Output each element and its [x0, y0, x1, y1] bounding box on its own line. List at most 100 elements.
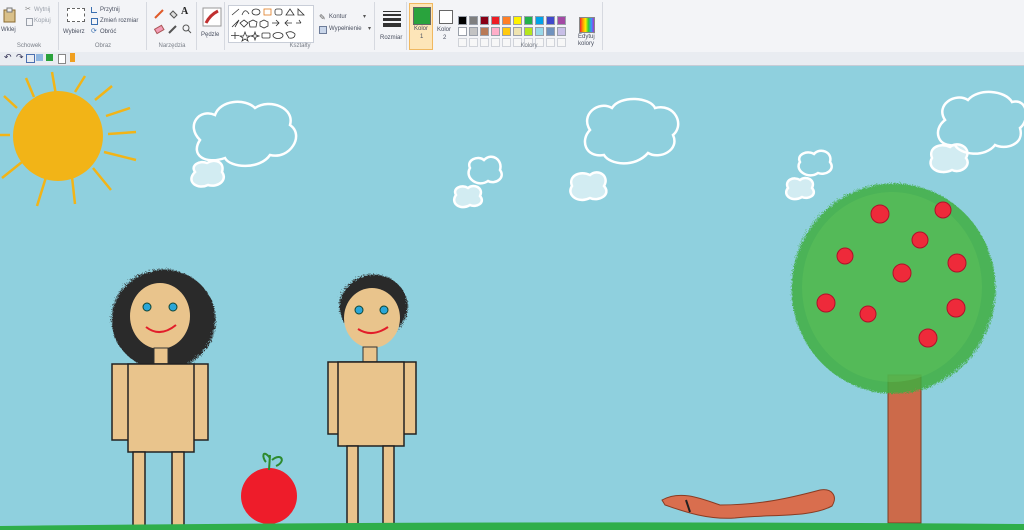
- color2-button[interactable]: Kolor 2: [436, 4, 454, 48]
- palette-swatch[interactable]: [524, 27, 533, 36]
- size-button[interactable]: Rozmiar: [378, 4, 404, 44]
- palette-swatch[interactable]: [535, 16, 544, 25]
- redo-icon[interactable]: ↷: [16, 52, 24, 63]
- palette-swatch[interactable]: [491, 27, 500, 36]
- palette-swatch[interactable]: [546, 27, 555, 36]
- color1-swatch: [413, 7, 431, 25]
- clipboard-group-label: Schowek: [16, 43, 42, 49]
- brushes-group: Pędzle: [198, 2, 225, 50]
- color2-sub-label: 2: [443, 35, 447, 41]
- color2-swatch: [439, 10, 453, 24]
- resize-label: Zmień rozmiar: [100, 18, 139, 24]
- palette-swatch[interactable]: [524, 16, 533, 25]
- snake: [661, 489, 835, 519]
- paste-button[interactable]: Wklej: [0, 4, 20, 40]
- crop-button[interactable]: Przytnij: [90, 5, 144, 15]
- color-picker-icon[interactable]: [166, 21, 178, 34]
- fill-label: Wypełnienie: [329, 26, 362, 32]
- outline-button[interactable]: ✎ Kontur ▾: [318, 12, 372, 22]
- brushes-button[interactable]: Pędzle: [199, 4, 223, 44]
- palette-swatch[interactable]: [535, 27, 544, 36]
- sun: [0, 71, 137, 207]
- palette-swatch[interactable]: [458, 27, 467, 36]
- colors-group-label: Kolory: [520, 43, 538, 49]
- size-label: Rozmiar: [380, 35, 403, 41]
- clipboard-group: Wklej ✂ Wytnij Kopiuj Schowek: [0, 2, 59, 50]
- palette-swatch[interactable]: [469, 16, 478, 25]
- select-button[interactable]: Wybierz: [62, 4, 88, 40]
- color1-label: Kolor: [414, 26, 429, 32]
- color-small-icon[interactable]: [46, 54, 53, 61]
- line-size-icon: [383, 11, 401, 27]
- tools-group: A Narzędzia: [148, 2, 197, 50]
- brushes-label: Pędzle: [201, 32, 220, 38]
- crop-icon: [91, 7, 97, 13]
- drawing-canvas[interactable]: [0, 66, 1024, 530]
- outline-icon: ✎: [319, 13, 326, 22]
- quick-access-toolbar: ↶ ↷: [0, 52, 1024, 66]
- copy-label: Kopiuj: [34, 18, 51, 24]
- figure-eve: [110, 268, 214, 530]
- palette-swatch[interactable]: [480, 27, 489, 36]
- palette-swatch[interactable]: [557, 27, 566, 36]
- color2-group: Kolor 2: [436, 2, 454, 50]
- apple-tree: [790, 182, 994, 524]
- select-icon: [67, 8, 85, 22]
- shapes-group: ✎ Kontur ▾ Wypełnienie ▾ Kształty: [226, 2, 375, 50]
- rotate-label: Obróć: [100, 29, 117, 35]
- image-small-icon[interactable]: [36, 54, 43, 61]
- shapes-group-label: Kształty: [289, 43, 311, 49]
- rotate-icon: ⟳: [91, 28, 97, 35]
- figure-adam: [327, 273, 417, 529]
- undo-icon[interactable]: ↶: [4, 52, 12, 63]
- fill-bucket-icon: [319, 26, 327, 34]
- rotate-small-icon[interactable]: [26, 54, 35, 63]
- palette-swatch[interactable]: [469, 27, 478, 36]
- palette-swatch[interactable]: [502, 27, 511, 36]
- palette-swatch[interactable]: [557, 16, 566, 25]
- fill-icon[interactable]: [166, 6, 178, 19]
- image-group-label: Obraz: [94, 43, 112, 49]
- size-group: Rozmiar: [376, 2, 407, 50]
- color1-button[interactable]: Kolor 1: [409, 3, 433, 50]
- edit-colors-label-1: Edytuj: [578, 34, 595, 40]
- pencil-small-icon[interactable]: [70, 53, 75, 62]
- magnifier-icon[interactable]: [180, 21, 192, 34]
- palette-swatch[interactable]: [491, 16, 500, 25]
- select-label: Wybierz: [63, 29, 85, 35]
- paste-label: Wklej: [1, 27, 16, 33]
- tools-group-label: Narzędzia: [158, 43, 186, 49]
- fill-button[interactable]: Wypełnienie ▾: [318, 24, 372, 34]
- eraser-icon[interactable]: [152, 21, 165, 35]
- crop-label: Przytnij: [100, 7, 120, 13]
- resize-icon: [91, 18, 98, 25]
- palette-swatch[interactable]: [513, 16, 522, 25]
- copy-button[interactable]: Kopiuj: [24, 16, 56, 26]
- cut-button[interactable]: ✂ Wytnij: [24, 5, 56, 15]
- chevron-down-icon: ▾: [363, 14, 367, 20]
- color2-label: Kolor: [437, 27, 452, 33]
- cut-label: Wytnij: [34, 7, 51, 13]
- rainbow-palette-icon: [579, 17, 595, 33]
- apple: [241, 452, 297, 524]
- brush-icon: [202, 7, 222, 27]
- text-icon[interactable]: A: [180, 5, 192, 17]
- resize-button[interactable]: Zmień rozmiar: [90, 16, 144, 26]
- ground: [0, 522, 1024, 530]
- palette-swatch[interactable]: [502, 16, 511, 25]
- scissors-icon: ✂: [25, 6, 31, 13]
- shapes-gallery[interactable]: [228, 5, 314, 43]
- image-group: Wybierz Przytnij Zmień rozmiar ⟳ Obróć O…: [60, 2, 147, 50]
- page-small-icon[interactable]: [58, 54, 66, 64]
- paint-drawing: [0, 71, 1024, 530]
- rotate-button[interactable]: ⟳ Obróć: [90, 27, 144, 37]
- pencil-icon[interactable]: [152, 6, 164, 19]
- copy-icon: [26, 18, 33, 26]
- palette-swatch[interactable]: [513, 27, 522, 36]
- color1-sub-label: 1: [420, 34, 424, 40]
- color1-group: Kolor 1: [408, 2, 434, 50]
- palette-swatch[interactable]: [546, 16, 555, 25]
- palette-swatch[interactable]: [480, 16, 489, 25]
- chevron-down-icon: ▾: [368, 26, 372, 32]
- palette-swatch[interactable]: [458, 16, 467, 25]
